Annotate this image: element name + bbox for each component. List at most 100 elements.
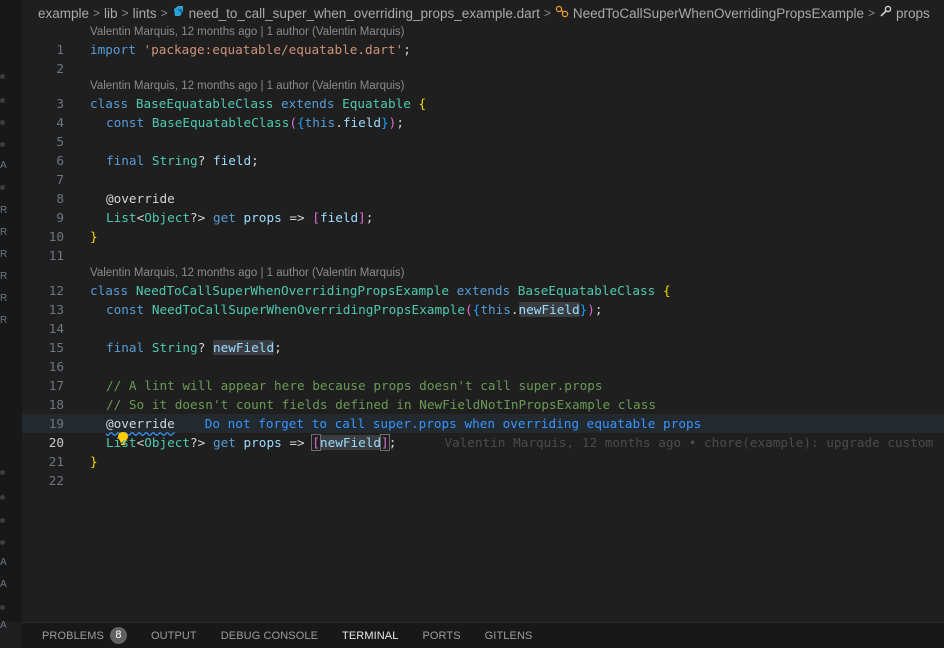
- problems-count-badge: 8: [109, 627, 127, 644]
- wrench-icon: [879, 5, 892, 21]
- line-number: 4: [56, 115, 64, 130]
- chevron-right-icon: >: [160, 6, 168, 20]
- line-number: 16: [48, 359, 64, 374]
- strip-dot: [0, 142, 5, 147]
- breadcrumb-item-class[interactable]: NeedToCallSuperWhenOverridingPropsExampl…: [555, 5, 864, 21]
- token: ?>: [190, 210, 206, 225]
- token: const: [106, 115, 145, 130]
- strip-dot: [0, 98, 5, 103]
- lint-diagnostic-message: Do not forget to call super.props when o…: [204, 416, 702, 431]
- line-number: 17: [48, 378, 64, 393]
- token: [: [312, 210, 320, 225]
- tab-output[interactable]: OUTPUT: [151, 630, 197, 642]
- token: this: [304, 115, 336, 130]
- code-content: const NeedToCallSuperWhenOverridingProps…: [70, 302, 603, 317]
- line-number: 2: [56, 61, 64, 76]
- line-number: 5: [56, 134, 64, 149]
- code-content: List<Object?> get props => [newField]; Va…: [70, 434, 933, 451]
- tab-terminal[interactable]: TERMINAL: [342, 630, 398, 642]
- line-number: 8: [56, 191, 64, 206]
- code-line: 21 }: [22, 452, 944, 471]
- token: }: [381, 115, 389, 130]
- breadcrumb-item-lints[interactable]: lints: [133, 6, 157, 21]
- line-number: 19: [48, 416, 64, 431]
- strip-mark: A: [0, 160, 7, 171]
- token: import: [90, 42, 136, 57]
- strip-dot: [0, 540, 5, 545]
- breadcrumb-item-example[interactable]: example: [38, 6, 89, 21]
- tab-label: PORTS: [422, 629, 461, 642]
- token: String: [151, 153, 198, 168]
- code-content: // So it doesn't count fields defined in…: [70, 397, 656, 412]
- token: [: [311, 434, 321, 451]
- breadcrumb-item-lib[interactable]: lib: [104, 6, 118, 21]
- line-number: 15: [48, 340, 64, 355]
- token: 'package:equatable/equatable.dart': [143, 42, 404, 57]
- code-content: class NeedToCallSuperWhenOverridingProps…: [70, 283, 671, 298]
- token: List: [106, 210, 137, 225]
- breadcrumb-item-props[interactable]: props: [879, 5, 930, 21]
- tab-debug-console[interactable]: DEBUG CONSOLE: [221, 630, 318, 642]
- tab-gitlens[interactable]: GITLENS: [485, 630, 533, 642]
- code-content: class BaseEquatableClass extends Equatab…: [70, 96, 426, 111]
- line-number: 14: [48, 321, 64, 336]
- token: Equatable: [342, 96, 411, 111]
- token: ?: [197, 153, 206, 168]
- token: List: [106, 435, 137, 450]
- token: get: [212, 210, 236, 225]
- code-line: 2: [22, 59, 944, 78]
- code-editor[interactable]: 1 import 'package:equatable/equatable.da…: [22, 28, 944, 622]
- comment: // So it doesn't count fields defined in…: [106, 397, 656, 412]
- strip-dot: [0, 470, 5, 475]
- chevron-right-icon: >: [868, 6, 876, 20]
- strip-mark: A: [0, 620, 7, 631]
- token: ;: [403, 42, 411, 57]
- token: final: [106, 340, 145, 355]
- tab-ports[interactable]: PORTS: [422, 630, 460, 642]
- inline-blame[interactable]: Valentin Marquis, 12 months ago • chore(…: [444, 435, 933, 450]
- breadcrumb-item-file[interactable]: need_to_call_super_when_overriding_props…: [172, 5, 540, 21]
- token: String: [151, 340, 198, 355]
- blame-annotation[interactable]: Valentin Marquis, 12 months ago | 1 auth…: [90, 26, 405, 42]
- strip-mark: R: [0, 205, 8, 216]
- strip-mark: R: [0, 249, 8, 260]
- strip-mark: R: [0, 227, 8, 238]
- token: extends: [456, 283, 511, 298]
- tab-label: TERMINAL: [342, 629, 399, 642]
- strip-mark: A: [0, 557, 7, 568]
- code-content: final String? field;: [70, 153, 259, 168]
- line-number: 1: [56, 42, 64, 57]
- chevron-right-icon: >: [543, 6, 551, 20]
- token: BaseEquatableClass: [517, 283, 656, 298]
- code-line: 11: [22, 246, 944, 265]
- tab-label: GITLENS: [484, 629, 533, 642]
- token: class: [90, 283, 129, 298]
- token: newField: [319, 435, 382, 450]
- token: ?: [197, 340, 206, 355]
- panel-tab-bar: PROBLEMS 8 OUTPUT DEBUG CONSOLE TERMINAL …: [22, 622, 944, 648]
- tab-label: PROBLEMS: [42, 629, 104, 642]
- token: ;: [274, 340, 282, 355]
- token: ;: [365, 210, 374, 225]
- strip-dot: [0, 605, 5, 610]
- token: =>: [289, 210, 305, 225]
- line-number: 18: [48, 397, 64, 412]
- code-line: 20 List<Object?> get props => [newField]…: [22, 433, 944, 452]
- code-line: 13 const NeedToCallSuperWhenOverridingPr…: [22, 300, 944, 319]
- code-line: 5: [22, 132, 944, 151]
- breadcrumb-label: NeedToCallSuperWhenOverridingPropsExampl…: [572, 5, 865, 21]
- code-content: final String? newField;: [70, 340, 282, 355]
- token: .: [510, 302, 519, 317]
- token: Object: [144, 435, 191, 450]
- code-line: 6 final String? field;: [22, 151, 944, 170]
- code-line: 16: [22, 357, 944, 376]
- chevron-right-icon: >: [93, 6, 101, 20]
- code-line: 19 @override Do not forget to call super.…: [22, 414, 944, 445]
- code-content: import 'package:equatable/equatable.dart…: [70, 42, 411, 57]
- token: class: [90, 96, 129, 111]
- token: Object: [144, 210, 191, 225]
- tab-problems[interactable]: PROBLEMS 8: [42, 627, 127, 644]
- token: ): [587, 302, 595, 317]
- lightbulb-icon[interactable]: [92, 416, 128, 445]
- code-line: 14: [22, 319, 944, 338]
